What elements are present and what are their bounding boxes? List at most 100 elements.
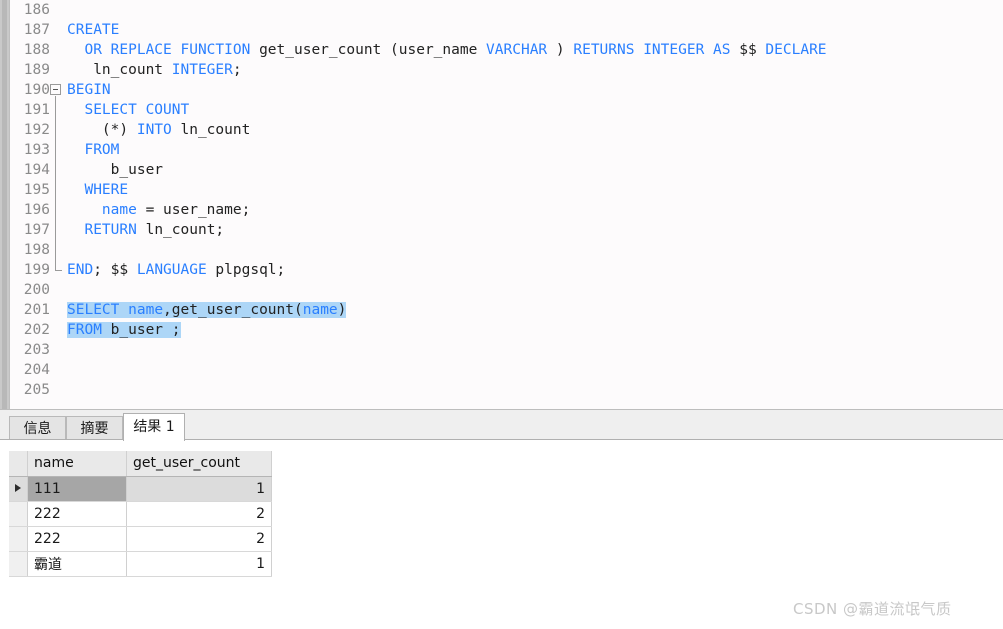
editor-change-bar (2, 0, 7, 409)
row-marker[interactable] (9, 551, 28, 577)
code-line[interactable]: 190 BEGIN (9, 80, 1003, 100)
column-header-get-user-count[interactable]: get_user_count (126, 451, 272, 477)
table-row[interactable]: 222 2 (9, 526, 272, 552)
line-number: 186 (23, 2, 50, 18)
sql-keyword: VARCHAR (486, 42, 548, 58)
code-line[interactable]: 189 ln_count INTEGER; (9, 60, 1003, 80)
code-text: ln_count INTEGER; (67, 60, 242, 80)
code-line[interactable]: 192 (*) INTO ln_count (9, 120, 1003, 140)
line-number: 190 (23, 82, 50, 98)
sql-text: ln_count; (136, 222, 225, 238)
sql-keyword: INTEGER (171, 62, 233, 78)
tab-result-1[interactable]: 结果 1 (123, 413, 185, 441)
code-line[interactable]: 203 (9, 340, 1003, 360)
results-tabstrip: 信息 摘要 结果 1 (0, 409, 1003, 441)
row-marker[interactable] (9, 526, 28, 552)
sql-keyword: WHERE (84, 182, 129, 198)
cell-name[interactable]: 222 (27, 526, 127, 552)
cell-name[interactable]: 霸道 (27, 551, 127, 577)
line-number: 188 (23, 42, 50, 58)
table-row[interactable]: 111 1 (9, 476, 272, 502)
line-number: 194 (23, 162, 50, 178)
sql-text: ) (547, 42, 574, 58)
cell-get-user-count[interactable]: 2 (126, 501, 272, 527)
code-line[interactable]: 188 OR REPLACE FUNCTION get_user_count (… (9, 40, 1003, 60)
sql-text: ) (337, 302, 347, 318)
cell-get-user-count[interactable]: 2 (126, 526, 272, 552)
code-fold-toggle-icon[interactable] (50, 84, 61, 95)
cell-name[interactable]: 222 (27, 501, 127, 527)
line-number: 201 (23, 302, 50, 318)
code-text: FROM b_user ; (67, 320, 181, 340)
sql-keyword: FROM (84, 142, 120, 158)
code-text: name = user_name; (67, 200, 250, 220)
sql-text: $$ (730, 42, 766, 58)
header-row: name get_user_count (9, 451, 272, 477)
code-line[interactable]: 201 SELECT name,get_user_count(name) (9, 300, 1003, 320)
code-line[interactable]: 195 WHERE (9, 180, 1003, 200)
code-line[interactable]: 186 (9, 0, 1003, 20)
sql-keyword: FROM (67, 322, 102, 338)
result-grid[interactable]: name get_user_count 111 1 222 2 222 2 霸道 1 (9, 451, 272, 577)
code-text: RETURN ln_count; (67, 220, 224, 240)
sql-editor[interactable]: 186 187 CREATE 188 OR REPLACE FUNCTION get_… (0, 0, 1003, 409)
column-header-name[interactable]: name (27, 451, 127, 477)
sql-text: ln_count (171, 122, 251, 138)
sql-keyword: RETURN (84, 222, 137, 238)
sql-text: b_user ; (101, 322, 181, 338)
tab-summary[interactable]: 摘要 (66, 416, 123, 441)
code-text: WHERE (67, 180, 128, 200)
tab-info[interactable]: 信息 (9, 416, 66, 441)
result-grid-body[interactable]: 111 1 222 2 222 2 霸道 1 (9, 476, 272, 577)
cell-get-user-count[interactable]: 1 (126, 476, 272, 502)
code-line[interactable]: 205 (9, 380, 1003, 400)
code-line[interactable]: 198 (9, 240, 1003, 260)
sql-text: get_user_count (user_name (250, 42, 487, 58)
code-line[interactable]: 191 SELECT COUNT (9, 100, 1003, 120)
sql-keyword: BEGIN (67, 82, 111, 98)
code-line[interactable]: 199 END; $$ LANGUAGE plpgsql; (9, 260, 1003, 280)
code-line[interactable]: 193 FROM (9, 140, 1003, 160)
csdn-watermark: CSDN @霸道流氓气质 (793, 600, 952, 618)
sql-text: ; (232, 62, 242, 78)
code-line[interactable]: 187 CREATE (9, 20, 1003, 40)
sql-keyword: OR REPLACE FUNCTION (84, 42, 251, 58)
sql-text: ,get_user_count( (163, 302, 303, 318)
code-line[interactable]: 196 name = user_name; (9, 200, 1003, 220)
code-text: BEGIN (67, 80, 111, 100)
sql-keyword: DECLARE (765, 42, 827, 58)
code-line[interactable]: 202 FROM b_user ; (9, 320, 1003, 340)
row-marker[interactable] (9, 501, 28, 527)
cell-name[interactable]: 111 (27, 476, 127, 502)
table-row[interactable]: 霸道 1 (9, 551, 272, 577)
sql-keyword: RETURNS INTEGER AS (573, 42, 731, 58)
line-number: 204 (23, 362, 50, 378)
line-number: 203 (23, 342, 50, 358)
code-line[interactable]: 194 b_user (9, 160, 1003, 180)
sql-keyword: name (128, 302, 164, 318)
code-line-list[interactable]: 186 187 CREATE 188 OR REPLACE FUNCTION get_… (9, 0, 1003, 400)
code-line[interactable]: 204 (9, 360, 1003, 380)
sql-keyword: name (101, 202, 137, 218)
sql-text: ln_count (67, 62, 172, 78)
current-row-indicator[interactable] (9, 476, 28, 502)
code-text: SELECT name,get_user_count(name) (67, 300, 347, 320)
table-row[interactable]: 222 2 (9, 501, 272, 527)
sql-keyword: name (302, 302, 338, 318)
sql-keyword: CREATE (67, 22, 120, 38)
sql-text: (*) (67, 122, 137, 138)
code-line[interactable]: 197 RETURN ln_count; (9, 220, 1003, 240)
sql-keyword: SELECT (67, 302, 120, 318)
cell-get-user-count[interactable]: 1 (126, 551, 272, 577)
line-number: 202 (23, 322, 50, 338)
line-number: 198 (23, 242, 50, 258)
sql-text: = user_name; (136, 202, 251, 218)
sql-text: b_user (67, 162, 164, 178)
code-line[interactable]: 200 (9, 280, 1003, 300)
